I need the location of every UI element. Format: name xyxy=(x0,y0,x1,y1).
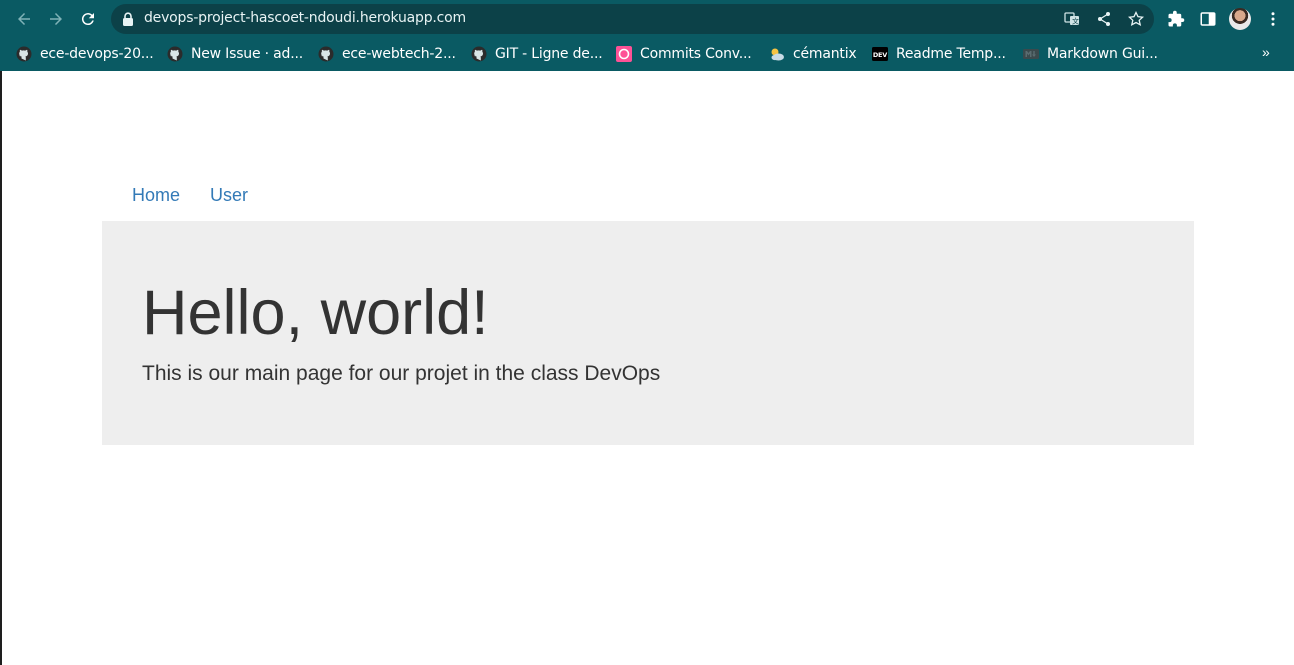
bookmark-label: cémantix xyxy=(793,46,857,62)
side-panel-icon[interactable] xyxy=(1197,8,1219,30)
bookmark-label: Readme Temp... xyxy=(896,46,1006,62)
nav-link-user[interactable]: User xyxy=(210,185,248,206)
bookmark-label: New Issue · ad... xyxy=(191,46,303,62)
dev-icon: DEV xyxy=(872,46,888,62)
back-button[interactable] xyxy=(12,7,36,31)
github-icon xyxy=(318,46,334,62)
browser-toolbar: devops-project-hascoet-ndoudi.herokuapp.… xyxy=(0,0,1294,38)
nav-link-home[interactable]: Home xyxy=(132,185,180,206)
bookmark-item[interactable]: New Issue · ad... xyxy=(167,44,303,64)
reload-icon xyxy=(81,13,94,26)
forward-arrow-icon xyxy=(50,13,62,25)
svg-text:文: 文 xyxy=(1072,17,1079,26)
back-arrow-icon xyxy=(18,13,30,25)
bookmark-label: ece-devops-20... xyxy=(40,46,154,62)
bookmark-item[interactable]: ece-webtech-2... xyxy=(318,44,456,64)
address-bar[interactable]: devops-project-hascoet-ndoudi.herokuapp.… xyxy=(111,4,1154,34)
svg-text:DEV: DEV xyxy=(873,51,887,59)
jumbotron: Hello, world! This is our main page for … xyxy=(102,221,1194,445)
bookmarks-bar: ece-devops-20... New Issue · ad... ece-w… xyxy=(0,38,1294,71)
weather-icon xyxy=(769,46,785,62)
bookmark-item[interactable]: Commits Conv... xyxy=(616,44,752,64)
bookmark-label: ece-webtech-2... xyxy=(342,46,456,62)
reload-button[interactable] xyxy=(76,7,100,31)
github-icon xyxy=(167,46,183,62)
github-icon xyxy=(16,46,32,62)
menu-kebab-icon[interactable] xyxy=(1262,8,1284,30)
markdown-icon xyxy=(1023,46,1039,62)
window-edge xyxy=(0,0,2,665)
conventional-commits-icon xyxy=(616,46,632,62)
bookmark-label: Commits Conv... xyxy=(640,46,752,62)
hero-description: This is our main page for our projet in … xyxy=(142,362,661,385)
github-icon xyxy=(471,46,487,62)
profile-avatar[interactable] xyxy=(1229,8,1251,30)
bookmark-label: GIT - Ligne de... xyxy=(495,46,603,62)
translate-icon[interactable]: 文 xyxy=(1063,10,1081,28)
bookmark-star-icon[interactable] xyxy=(1127,10,1145,28)
bookmark-item[interactable]: ece-devops-20... xyxy=(16,44,154,64)
more-bookmarks-chevron-icon[interactable]: » xyxy=(1262,44,1280,62)
bookmark-label: Markdown Gui... xyxy=(1047,46,1158,62)
hero-title: Hello, world! xyxy=(142,278,489,348)
bookmark-item[interactable]: DEV Readme Temp... xyxy=(872,44,1006,64)
bookmark-item[interactable]: Markdown Gui... xyxy=(1023,44,1158,64)
forward-button[interactable] xyxy=(44,7,68,31)
share-icon[interactable] xyxy=(1095,10,1113,28)
extensions-puzzle-icon[interactable] xyxy=(1165,8,1187,30)
url-text: devops-project-hascoet-ndoudi.herokuapp.… xyxy=(144,10,466,26)
bookmark-item[interactable]: GIT - Ligne de... xyxy=(471,44,603,64)
lock-icon xyxy=(123,12,133,26)
bookmark-item[interactable]: cémantix xyxy=(769,44,857,64)
